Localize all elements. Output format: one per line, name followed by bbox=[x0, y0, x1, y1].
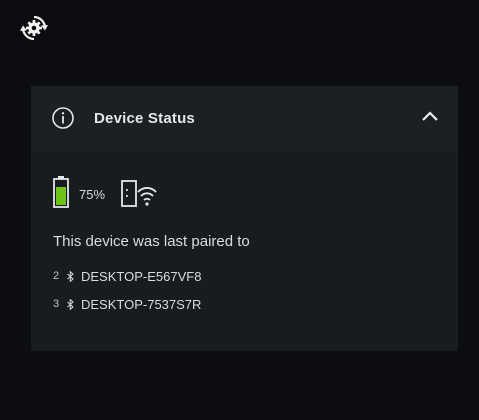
device-status-body: 75% This device was last paired to 2 DES… bbox=[31, 175, 458, 314]
panel-title: Device Status bbox=[94, 109, 195, 127]
device-status-screen: Device Status 75% This device was last p… bbox=[0, 0, 479, 420]
paired-intro-text: This device was last paired to bbox=[53, 233, 250, 250]
bluetooth-icon bbox=[65, 298, 75, 310]
paired-device-index: 2 bbox=[53, 270, 60, 282]
paired-device-name: DESKTOP-7537S7R bbox=[81, 296, 202, 312]
battery-percentage: 75% bbox=[79, 186, 106, 202]
paired-device-list: 2 DESKTOP-E567VF8 3 DESKTOP-7537S7R bbox=[53, 266, 436, 314]
chevron-up-icon bbox=[421, 109, 439, 127]
bluetooth-icon bbox=[65, 270, 75, 282]
paired-device-name: DESKTOP-E567VF8 bbox=[81, 268, 202, 284]
paired-device-item: 2 DESKTOP-E567VF8 bbox=[53, 266, 436, 286]
battery-icon bbox=[53, 175, 69, 213]
device-status-panel: Device Status 75% This device was last p… bbox=[31, 86, 458, 351]
device-status-header[interactable]: Device Status bbox=[31, 86, 458, 151]
info-icon bbox=[49, 104, 77, 132]
settings-sync-icon bbox=[19, 13, 49, 48]
status-row: 75% bbox=[53, 175, 436, 213]
settings-sync-button[interactable] bbox=[18, 14, 50, 46]
collapse-button[interactable] bbox=[418, 106, 442, 130]
paired-device-item: 3 DESKTOP-7537S7R bbox=[53, 294, 436, 314]
paired-device-index: 3 bbox=[53, 298, 60, 310]
device-wifi-icon bbox=[120, 179, 158, 209]
